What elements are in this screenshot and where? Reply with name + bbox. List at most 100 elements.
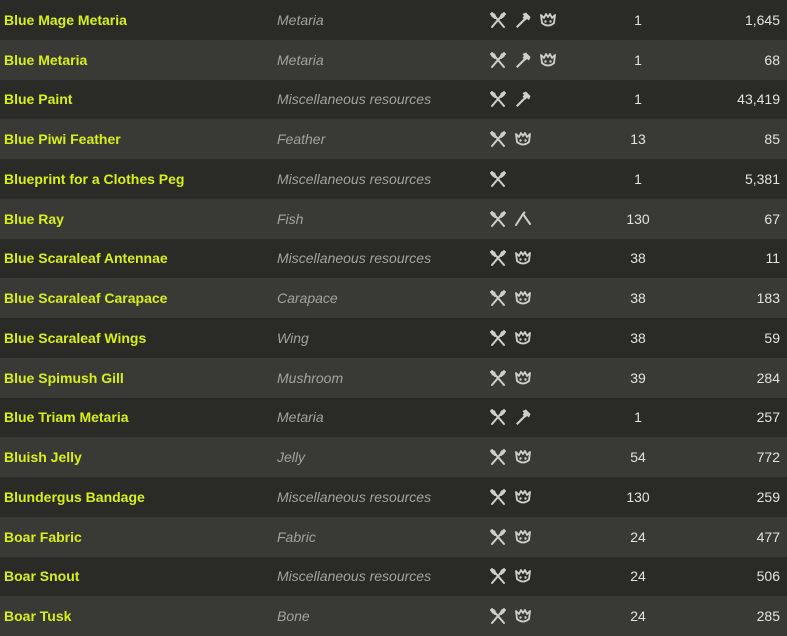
hammer-icon — [514, 11, 532, 29]
resource-count: 85 — [764, 131, 780, 148]
resource-count: 59 — [764, 329, 780, 346]
resource-name-link[interactable]: Blue Ray — [4, 211, 64, 227]
monster-icon — [514, 488, 532, 506]
resource-name-link[interactable]: Blue Scaraleaf Antennae — [4, 250, 168, 266]
monster-icon — [514, 130, 532, 148]
resource-count: 67 — [764, 210, 780, 227]
resource-name-link[interactable]: Blue Mage Metaria — [4, 12, 127, 28]
resource-level: 13 — [630, 131, 646, 148]
resource-type: Bone — [277, 608, 310, 625]
monster-icon — [514, 249, 532, 267]
resource-table: Blue Mage Metaria Metaria 1 1,645 Blue Metar… — [0, 0, 787, 636]
resource-count: 5,381 — [744, 170, 780, 187]
resource-name-link[interactable]: Boar Fabric — [4, 529, 82, 545]
table-row[interactable]: Boar Tusk Bone 24 285 — [0, 596, 787, 636]
resource-name-link[interactable]: Boar Tusk — [4, 608, 71, 624]
monster-icon — [514, 369, 532, 387]
utensils-icon — [489, 51, 507, 69]
table-row[interactable]: Blue Scaraleaf Wings Wing 38 59 — [0, 318, 787, 358]
resource-name-link[interactable]: Blundergus Bandage — [4, 489, 145, 505]
resource-source-icons — [489, 210, 532, 228]
resource-source-icons — [489, 289, 532, 307]
resource-level: 130 — [626, 488, 650, 505]
hammer-icon — [514, 408, 532, 426]
resource-level: 1 — [634, 11, 642, 28]
utensils-icon — [489, 90, 507, 108]
table-row[interactable]: Blue Piwi Feather Feather 13 85 — [0, 119, 787, 159]
resource-type: Metaria — [277, 409, 324, 426]
table-row[interactable]: Blue Ray Fish 130 67 — [0, 198, 787, 239]
resource-type: Miscellaneous resources — [277, 488, 432, 505]
resource-level: 24 — [630, 608, 646, 625]
resource-type: Feather — [277, 131, 326, 148]
utensils-icon — [489, 448, 507, 466]
resource-source-icons — [489, 329, 532, 347]
table-row[interactable]: Blue Triam Metaria Metaria 1 257 — [0, 397, 787, 438]
resource-source-icons — [489, 170, 507, 188]
table-row[interactable]: Blue Paint Miscellaneous resources 1 43,419 — [0, 79, 787, 120]
table-row[interactable]: Blundergus Bandage Miscellaneous resource… — [0, 477, 787, 517]
hammer-icon — [514, 90, 532, 108]
utensils-icon — [489, 11, 507, 29]
table-row[interactable]: Blueprint for a Clothes Peg Miscellaneous… — [0, 159, 787, 199]
resource-type: Miscellaneous resources — [277, 568, 432, 585]
table-row[interactable]: Blue Spimush Gill Mushroom 39 284 — [0, 357, 787, 398]
monster-icon — [514, 567, 532, 585]
resource-source-icons — [489, 567, 532, 585]
utensils-icon — [489, 567, 507, 585]
resource-source-icons — [489, 51, 557, 69]
resource-level: 39 — [630, 369, 646, 386]
table-row[interactable]: Blue Scaraleaf Antennae Miscellaneous res… — [0, 238, 787, 279]
resource-level: 38 — [630, 250, 646, 267]
resource-type: Wing — [277, 329, 309, 346]
utensils-icon — [489, 289, 507, 307]
monster-icon — [514, 329, 532, 347]
resource-name-link[interactable]: Blueprint for a Clothes Peg — [4, 171, 184, 187]
resource-name-link[interactable]: Blue Piwi Feather — [4, 131, 121, 147]
utensils-icon — [489, 130, 507, 148]
resource-type: Miscellaneous resources — [277, 250, 432, 267]
resource-name-link[interactable]: Blue Scaraleaf Carapace — [4, 290, 167, 306]
resource-name-link[interactable]: Bluish Jelly — [4, 449, 82, 465]
resource-name-link[interactable]: Blue Paint — [4, 91, 72, 107]
resource-count: 11 — [765, 250, 780, 267]
resource-count: 259 — [756, 488, 780, 505]
resource-source-icons — [489, 369, 532, 387]
monster-icon — [539, 51, 557, 69]
table-row[interactable]: Bluish Jelly Jelly 54 772 — [0, 437, 787, 477]
resource-source-icons — [489, 11, 557, 29]
resource-level: 38 — [630, 329, 646, 346]
resource-count: 285 — [756, 608, 780, 625]
resource-count: 772 — [756, 449, 780, 466]
table-row[interactable]: Boar Snout Miscellaneous resources 24 506 — [0, 556, 787, 597]
resource-source-icons — [489, 607, 532, 625]
resource-level: 1 — [634, 91, 642, 108]
table-row[interactable]: Blue Scaraleaf Carapace Carapace 38 183 — [0, 278, 787, 318]
resource-type: Miscellaneous resources — [277, 170, 432, 187]
resource-type: Carapace — [277, 290, 338, 307]
resource-name-link[interactable]: Blue Scaraleaf Wings — [4, 330, 146, 346]
resource-level: 1 — [634, 170, 642, 187]
resource-level: 1 — [634, 51, 642, 68]
utensils-icon — [489, 369, 507, 387]
monster-icon — [539, 11, 557, 29]
resource-type: Fish — [277, 210, 304, 227]
table-row[interactable]: Blue Mage Metaria Metaria 1 1,645 — [0, 0, 787, 40]
resource-type: Fabric — [277, 528, 316, 545]
utensils-icon — [489, 329, 507, 347]
utensils-icon — [489, 249, 507, 267]
resource-name-link[interactable]: Boar Snout — [4, 568, 79, 584]
resource-name-link[interactable]: Blue Spimush Gill — [4, 370, 124, 386]
resource-type: Metaria — [277, 51, 324, 68]
resource-count: 68 — [764, 51, 780, 68]
resource-count: 183 — [756, 290, 780, 307]
resource-name-link[interactable]: Blue Triam Metaria — [4, 409, 129, 425]
resource-source-icons — [489, 488, 532, 506]
resource-level: 54 — [630, 449, 646, 466]
resource-source-icons — [489, 90, 532, 108]
resource-count: 284 — [756, 369, 780, 386]
resource-type: Metaria — [277, 11, 324, 28]
table-row[interactable]: Boar Fabric Fabric 24 477 — [0, 516, 787, 557]
table-row[interactable]: Blue Metaria Metaria 1 68 — [0, 39, 787, 80]
resource-name-link[interactable]: Blue Metaria — [4, 52, 87, 68]
